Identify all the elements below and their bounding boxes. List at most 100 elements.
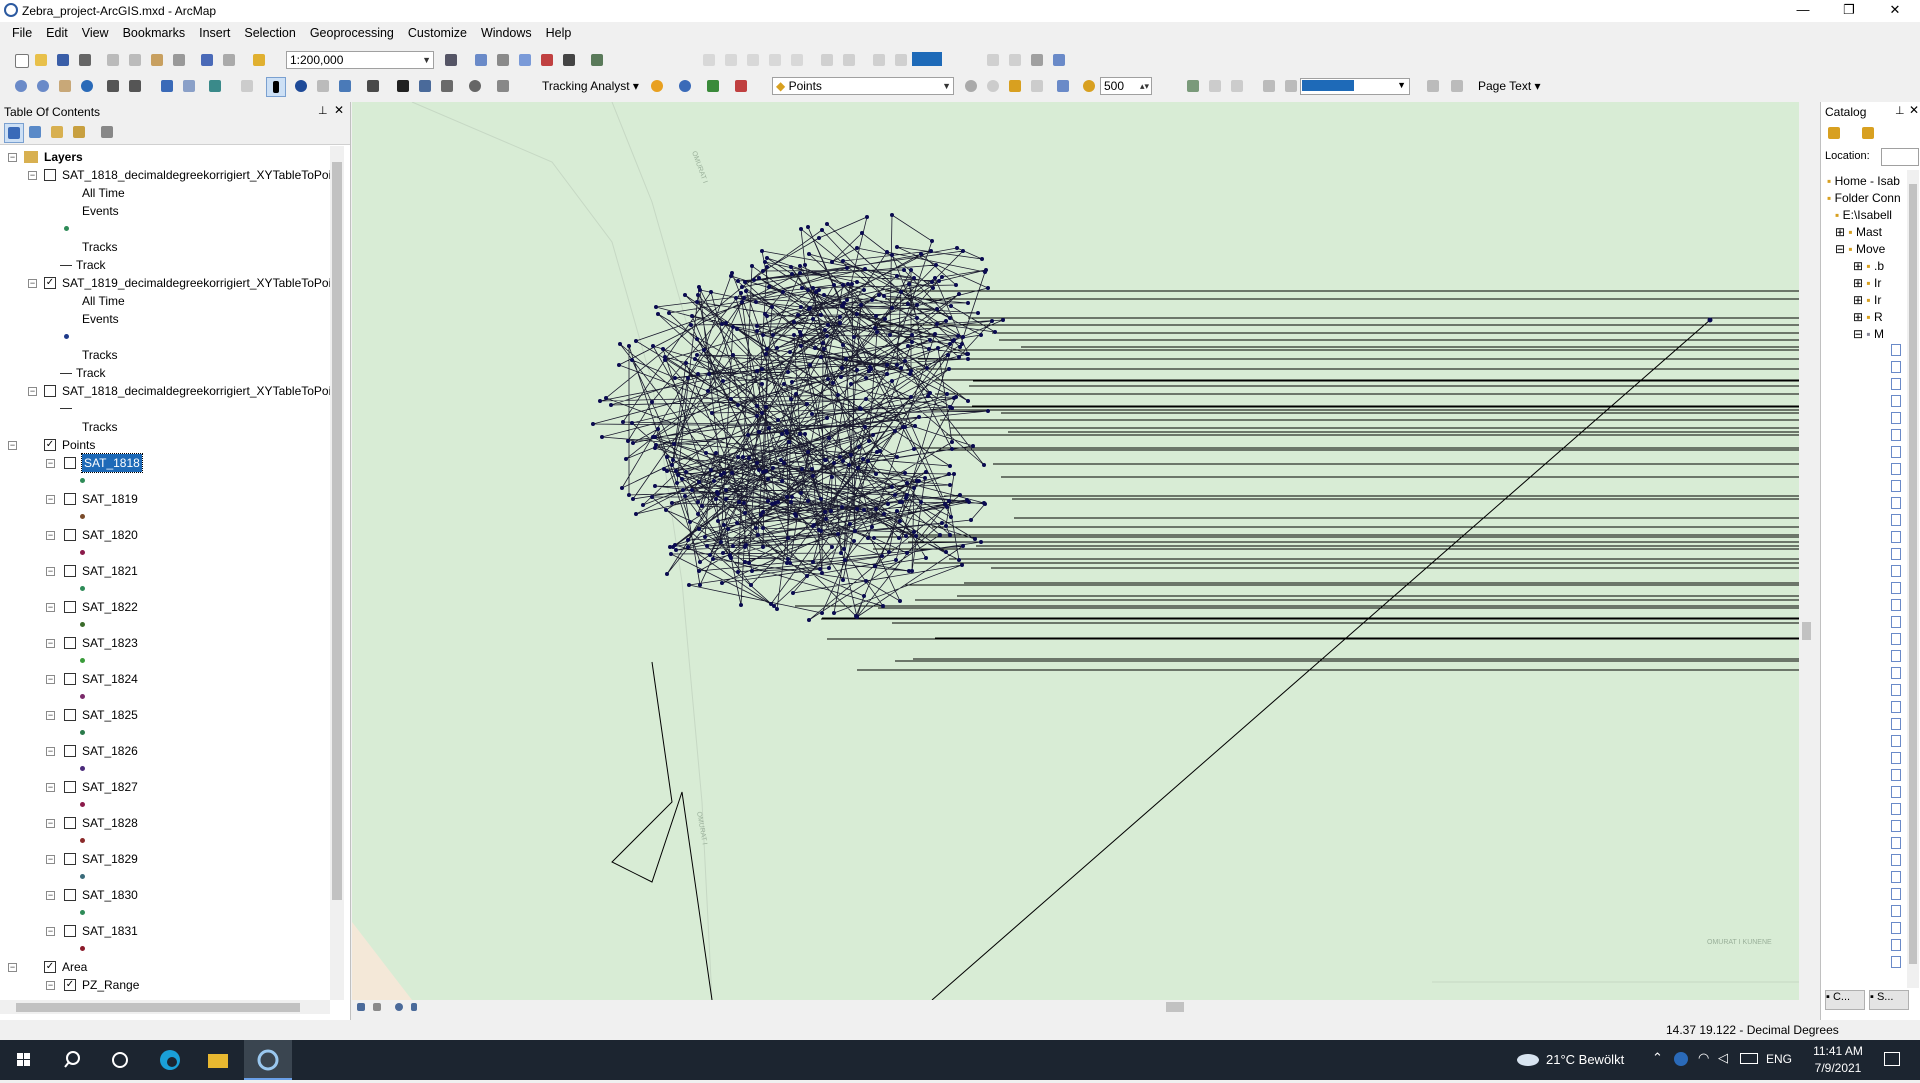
toc-layer-label[interactable]: SAT_1818	[81, 453, 143, 473]
file-icon[interactable]	[1891, 650, 1901, 662]
catalog-item[interactable]: Ir	[1874, 293, 1881, 307]
back-arrow-icon[interactable]	[1825, 124, 1843, 142]
catalog-item[interactable]: M	[1874, 327, 1884, 341]
collapse-toggle[interactable]: −	[46, 531, 55, 540]
collapse-toggle[interactable]: −	[8, 153, 17, 162]
file-icon[interactable]	[1891, 718, 1901, 730]
collapse-toggle[interactable]: −	[46, 819, 55, 828]
select-elements-arrow-icon[interactable]	[266, 77, 286, 97]
color-swatch[interactable]	[912, 52, 942, 66]
time-slider-icon[interactable]	[466, 77, 484, 95]
collapse-toggle[interactable]: −	[28, 171, 37, 180]
effects-icon[interactable]	[1228, 77, 1246, 95]
go-to-xy-icon[interactable]	[438, 77, 456, 95]
map-view[interactable]: OMURAT I OMURAT I OMURAT I KUNENE	[352, 102, 1799, 1000]
hyperlink-icon[interactable]	[314, 77, 332, 95]
data-clock-icon[interactable]	[732, 77, 750, 95]
html-popup-icon[interactable]	[336, 77, 354, 95]
maximize-button[interactable]: ❐	[1826, 0, 1872, 22]
scrollbar-thumb[interactable]	[1166, 1002, 1184, 1012]
layout-tool-icon[interactable]	[984, 51, 1002, 69]
weather-text[interactable]: 21°C Bewölkt	[1546, 1052, 1624, 1067]
table-of-contents-window-icon[interactable]	[472, 51, 490, 69]
collapse-toggle[interactable]: −	[46, 459, 55, 468]
layout-view-icon[interactable]	[370, 1000, 384, 1014]
file-icon[interactable]	[1891, 463, 1901, 475]
previous-frame-icon[interactable]	[1282, 77, 1300, 95]
file-icon[interactable]	[1891, 684, 1901, 696]
collapse-toggle[interactable]: −	[46, 495, 55, 504]
file-icon[interactable]	[1891, 769, 1901, 781]
toc-vertical-scrollbar[interactable]	[330, 146, 344, 1000]
layer-visibility-checkbox[interactable]: ✓	[44, 277, 56, 289]
paste-icon[interactable]	[148, 51, 166, 69]
forward-arrow-icon[interactable]	[180, 77, 198, 95]
symbology-icon[interactable]	[984, 77, 1002, 95]
toc-layer-label[interactable]: SAT_1830	[82, 886, 138, 904]
editor-toolbar-icon[interactable]	[442, 51, 460, 69]
zoom-in-icon[interactable]	[12, 77, 30, 95]
layer-visibility-checkbox[interactable]	[64, 601, 76, 613]
list-by-selection-icon[interactable]	[70, 123, 88, 141]
file-icon[interactable]	[1891, 395, 1901, 407]
arcmap-taskbar-icon[interactable]	[244, 1040, 292, 1080]
location-combo[interactable]	[1881, 148, 1919, 166]
catalog-item[interactable]: Ir	[1874, 276, 1881, 290]
close-button[interactable]: ✕	[1872, 0, 1918, 22]
target-layer-combo[interactable]: ◆ Points ▼	[772, 77, 954, 95]
collapse-toggle[interactable]: −	[46, 891, 55, 900]
toc-layer-label[interactable]: All Time	[82, 184, 125, 202]
file-icon[interactable]	[1891, 582, 1901, 594]
file-icon[interactable]	[1891, 429, 1901, 441]
collapse-toggle[interactable]: −	[8, 963, 17, 972]
scrollbar-thumb[interactable]	[1909, 184, 1917, 964]
map-horizontal-scrollbar[interactable]	[432, 1000, 1792, 1014]
scrollbar-thumb[interactable]	[16, 1003, 300, 1012]
search-icon[interactable]	[48, 1040, 96, 1080]
file-icon[interactable]	[1891, 939, 1901, 951]
file-icon[interactable]	[1891, 361, 1901, 373]
file-icon[interactable]	[1891, 565, 1901, 577]
catalog-item[interactable]: .b	[1874, 259, 1884, 273]
clock-time[interactable]: 11:41 AM	[1808, 1044, 1868, 1058]
file-icon[interactable]	[1891, 548, 1901, 560]
toc-horizontal-scrollbar[interactable]	[0, 1000, 330, 1014]
menu-insert[interactable]: Insert	[193, 24, 238, 40]
refresh-icon[interactable]	[392, 1000, 406, 1014]
file-icon[interactable]	[1891, 888, 1901, 900]
layout-tool-icon[interactable]	[870, 51, 888, 69]
scrollbar-thumb[interactable]	[1802, 622, 1811, 640]
map-vertical-scrollbar[interactable]	[1799, 102, 1813, 1000]
file-icon[interactable]	[1891, 514, 1901, 526]
file-icon[interactable]	[1891, 497, 1901, 509]
collapse-toggle[interactable]: −	[46, 675, 55, 684]
list-by-drawing-order-icon[interactable]	[4, 123, 24, 143]
toc-layer-label[interactable]: PZ_Range	[82, 976, 139, 994]
file-icon[interactable]	[1891, 616, 1901, 628]
collapse-toggle[interactable]: −	[46, 783, 55, 792]
file-icon[interactable]	[1891, 344, 1901, 356]
file-icon[interactable]	[1891, 446, 1901, 458]
menu-file[interactable]: File	[6, 24, 40, 40]
tray-app-icon[interactable]	[1674, 1052, 1688, 1066]
file-icon[interactable]	[1891, 412, 1901, 424]
collapse-toggle[interactable]: −	[46, 855, 55, 864]
options-icon[interactable]	[98, 123, 116, 141]
file-icon[interactable]	[1891, 820, 1901, 832]
search-tab[interactable]: ▪ S...	[1869, 990, 1909, 1010]
catalog-item[interactable]: E:\Isabell	[1843, 208, 1892, 222]
collapse-toggle[interactable]: −	[46, 639, 55, 648]
map-scale-combo[interactable]: 1:200,000 ▼	[286, 51, 434, 69]
layout-tool-icon[interactable]	[744, 51, 762, 69]
menu-view[interactable]: View	[76, 24, 117, 40]
edge-browser-icon[interactable]	[146, 1040, 194, 1080]
menu-customize[interactable]: Customize	[402, 24, 475, 40]
toc-layer-label[interactable]: SAT_1824	[82, 670, 138, 688]
back-arrow-icon[interactable]	[158, 77, 176, 95]
file-icon[interactable]	[1891, 735, 1901, 747]
data-view-icon[interactable]	[354, 1000, 368, 1014]
toc-layer-label[interactable]: SAT_1826	[82, 742, 138, 760]
notifications-icon[interactable]	[1884, 1052, 1900, 1066]
scrollbar-thumb[interactable]	[332, 162, 342, 900]
fixed-zoom-out-icon[interactable]	[126, 77, 144, 95]
